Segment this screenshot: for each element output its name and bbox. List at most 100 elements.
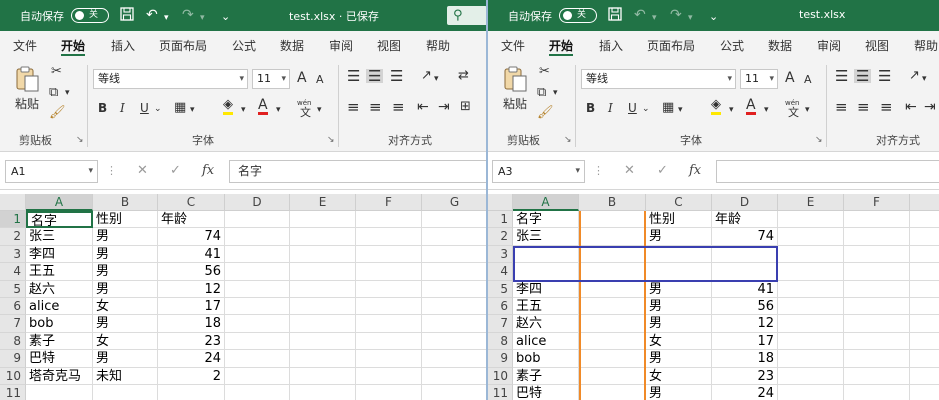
row-header[interactable]: 7 <box>488 315 513 333</box>
paste-icon[interactable] <box>502 65 528 96</box>
cut-icon[interactable]: ✂ <box>51 65 62 79</box>
table-cell[interactable] <box>513 245 579 264</box>
table-cell[interactable] <box>422 315 486 333</box>
table-cell[interactable]: 女 <box>93 332 158 351</box>
table-cell[interactable]: 2 <box>158 367 225 385</box>
row-header[interactable]: 5 <box>488 280 513 298</box>
format-painter-icon[interactable]: 🖌 <box>537 106 554 120</box>
table-cell[interactable] <box>422 385 486 400</box>
table-cell[interactable] <box>422 298 486 316</box>
table-cell[interactable] <box>778 385 844 400</box>
paste-label[interactable]: 粘贴 <box>503 97 527 111</box>
table-cell[interactable]: 56 <box>712 298 778 316</box>
table-cell[interactable]: 名字 <box>513 211 579 229</box>
table-cell[interactable] <box>579 228 646 246</box>
table-cell[interactable] <box>844 263 910 281</box>
table-cell[interactable] <box>290 350 356 368</box>
border-icon[interactable]: ▦ <box>662 101 674 115</box>
row-header[interactable]: 9 <box>488 350 513 368</box>
table-cell[interactable] <box>26 385 93 400</box>
align-center-icon[interactable]: ≡ <box>369 100 382 115</box>
grow-font-icon[interactable]: A <box>785 71 795 85</box>
table-cell[interactable]: 年龄 <box>158 211 225 229</box>
enter-icon[interactable]: ✓ <box>657 164 668 178</box>
tab-view[interactable]: 视图 <box>377 37 401 54</box>
table-cell[interactable] <box>356 367 422 385</box>
table-cell[interactable]: 17 <box>158 298 225 316</box>
table-cell[interactable] <box>422 350 486 368</box>
table-cell[interactable] <box>646 263 712 281</box>
table-cell[interactable]: 塔奇克马 <box>26 367 93 385</box>
tab-view[interactable]: 视图 <box>865 37 889 54</box>
table-cell[interactable] <box>290 263 356 281</box>
column-header[interactable]: C <box>158 194 225 211</box>
table-cell[interactable] <box>844 245 910 264</box>
orientation-icon[interactable]: ↗ <box>421 69 432 83</box>
table-cell[interactable]: 王五 <box>26 263 93 281</box>
tab-file[interactable]: 文件 <box>13 37 37 54</box>
table-cell[interactable]: 男 <box>646 385 712 400</box>
table-cell[interactable]: 男 <box>93 228 158 246</box>
table-cell[interactable] <box>356 211 422 229</box>
tab-formulas[interactable]: 公式 <box>720 37 744 54</box>
select-all-corner[interactable] <box>488 194 513 211</box>
align-right-icon[interactable]: ≡ <box>880 100 893 115</box>
table-cell[interactable]: 74 <box>158 228 225 246</box>
align-middle-icon[interactable]: ☰ <box>854 69 872 84</box>
table-cell[interactable]: 李四 <box>513 280 579 298</box>
table-cell[interactable]: bob <box>513 350 579 368</box>
table-cell[interactable]: 王五 <box>513 298 579 316</box>
column-header[interactable]: A <box>26 194 93 211</box>
undo-icon[interactable]: ↶ <box>146 6 158 24</box>
table-cell[interactable]: 74 <box>712 228 778 246</box>
table-cell[interactable] <box>356 350 422 368</box>
table-cell[interactable] <box>910 228 939 246</box>
fill-color-dropdown-icon[interactable]: ▾ <box>729 103 734 117</box>
table-cell[interactable] <box>290 228 356 246</box>
table-cell[interactable]: 男 <box>646 298 712 316</box>
tab-page-layout[interactable]: 页面布局 <box>159 37 207 54</box>
table-cell[interactable] <box>646 245 712 264</box>
font-color-dropdown-icon[interactable]: ▾ <box>276 103 281 117</box>
align-top-icon[interactable]: ☰ <box>347 69 360 84</box>
table-cell[interactable] <box>910 385 939 400</box>
fill-color-dropdown-icon[interactable]: ▾ <box>241 103 246 117</box>
column-header[interactable]: E <box>778 194 844 211</box>
table-cell[interactable]: 女 <box>646 367 712 385</box>
tab-home[interactable]: 开始 <box>61 37 86 56</box>
cut-icon[interactable]: ✂ <box>539 65 550 79</box>
copy-dropdown-icon[interactable]: ▾ <box>553 86 558 100</box>
paste-label[interactable]: 粘贴 <box>15 97 39 111</box>
tab-help[interactable]: 帮助 <box>914 37 938 54</box>
font-color-icon[interactable]: A <box>746 98 756 115</box>
align-center-icon[interactable]: ≡ <box>857 100 870 115</box>
table-cell[interactable]: 男 <box>93 245 158 264</box>
table-cell[interactable] <box>422 333 486 351</box>
table-cell[interactable] <box>844 298 910 316</box>
table-cell[interactable] <box>778 298 844 316</box>
align-bottom-icon[interactable]: ☰ <box>878 69 891 84</box>
active-cell[interactable]: 名字 <box>26 211 93 229</box>
tab-review[interactable]: 审阅 <box>817 37 841 54</box>
tab-home[interactable]: 开始 <box>549 37 574 56</box>
row-header[interactable]: 3 <box>0 245 26 264</box>
phonetic-dropdown-icon[interactable]: ▾ <box>317 103 322 117</box>
clipboard-launcher-icon[interactable]: ↘ <box>564 135 572 145</box>
row-header[interactable]: 5 <box>0 280 26 298</box>
column-header[interactable]: B <box>579 194 646 211</box>
table-cell[interactable] <box>579 367 646 385</box>
table-cell[interactable]: 男 <box>93 315 158 333</box>
table-cell[interactable] <box>910 281 939 298</box>
table-cell[interactable]: 12 <box>158 280 225 298</box>
shrink-font-icon[interactable]: A <box>316 73 324 87</box>
font-size-select[interactable]: 11 ▾ <box>252 69 290 89</box>
table-cell[interactable]: 41 <box>712 280 778 298</box>
table-cell[interactable] <box>844 385 910 400</box>
table-cell[interactable] <box>422 281 486 298</box>
italic-button[interactable]: I <box>120 101 125 115</box>
italic-button[interactable]: I <box>608 101 613 115</box>
orientation-dropdown-icon[interactable]: ▾ <box>922 72 927 86</box>
copy-dropdown-icon[interactable]: ▾ <box>65 86 70 100</box>
orientation-dropdown-icon[interactable]: ▾ <box>434 72 439 86</box>
table-cell[interactable] <box>290 315 356 333</box>
